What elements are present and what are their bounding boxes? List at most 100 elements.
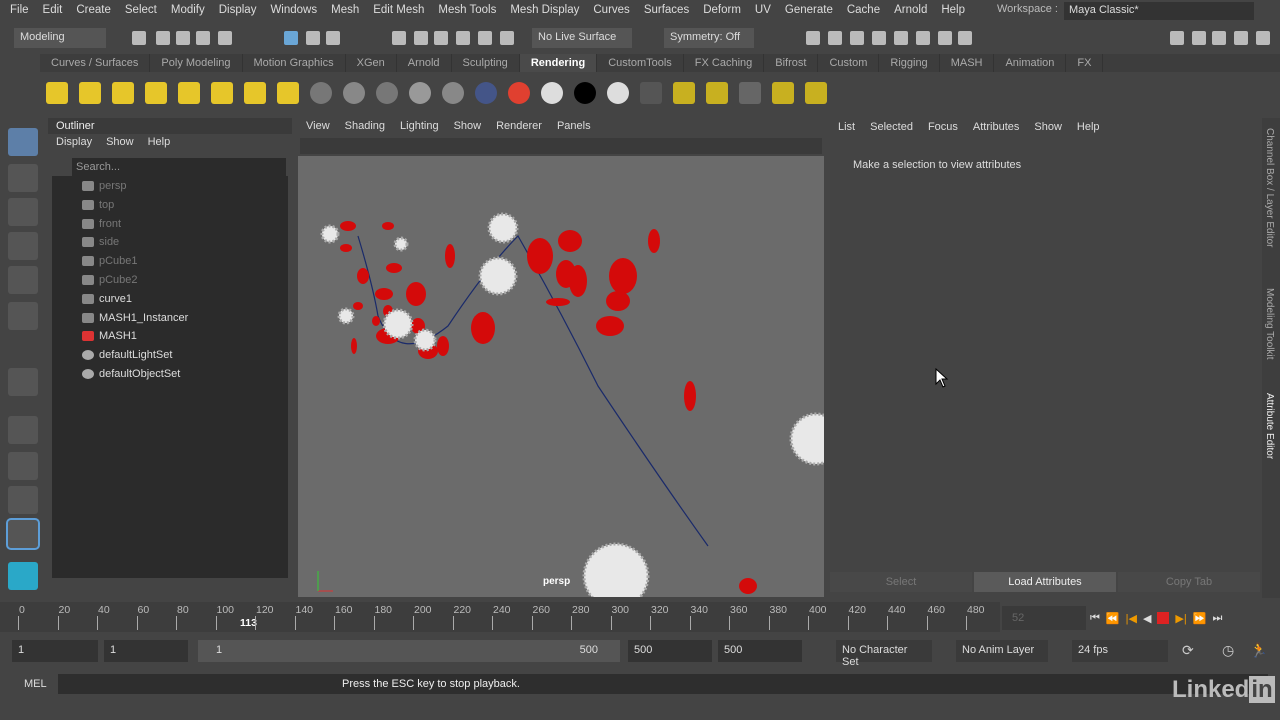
tab-fx-caching[interactable]: FX Caching bbox=[684, 54, 765, 72]
menu-curves[interactable]: Curves bbox=[593, 4, 629, 16]
scale-tool-icon[interactable] bbox=[8, 302, 38, 330]
status-tool-icon[interactable] bbox=[456, 31, 470, 45]
outliner-item[interactable]: pCube1 bbox=[82, 252, 138, 270]
menu-mesh[interactable]: Mesh bbox=[331, 4, 359, 16]
viewport-menu-view[interactable]: View bbox=[306, 120, 330, 132]
menu-edit[interactable]: Edit bbox=[43, 4, 63, 16]
status-tool-icon[interactable] bbox=[1170, 31, 1184, 45]
menu-generate[interactable]: Generate bbox=[785, 4, 833, 16]
white-shader-icon[interactable] bbox=[607, 82, 629, 104]
render-layer-disabled-icon[interactable] bbox=[739, 82, 761, 104]
four-view-icon[interactable] bbox=[8, 452, 38, 480]
current-frame-field[interactable]: 52 bbox=[1002, 606, 1086, 630]
select-tool-icon[interactable] bbox=[8, 128, 38, 156]
step-forward-icon[interactable]: ⏩ bbox=[1193, 612, 1207, 625]
load-attributes-button[interactable]: Load Attributes bbox=[974, 572, 1116, 592]
status-tool-icon[interactable] bbox=[156, 31, 170, 45]
menu-edit-mesh[interactable]: Edit Mesh bbox=[373, 4, 424, 16]
anim-end-field[interactable]: 500 bbox=[718, 640, 802, 662]
status-tool-icon[interactable] bbox=[850, 31, 864, 45]
camera-icon[interactable] bbox=[244, 82, 266, 104]
show-manipulator-icon[interactable] bbox=[8, 368, 38, 396]
outliner-menu-display[interactable]: Display bbox=[56, 136, 92, 148]
tab-attribute-editor[interactable]: Attribute Editor bbox=[1264, 393, 1275, 459]
status-tool-icon[interactable] bbox=[894, 31, 908, 45]
step-back-key-icon[interactable]: |◀ bbox=[1126, 612, 1137, 625]
step-back-icon[interactable]: ⏪ bbox=[1106, 612, 1120, 625]
tab-arnold[interactable]: Arnold bbox=[397, 54, 452, 72]
menu-deform[interactable]: Deform bbox=[703, 4, 741, 16]
outliner-item[interactable]: persp bbox=[82, 177, 127, 195]
menu-modify[interactable]: Modify bbox=[171, 4, 205, 16]
light-editor-icon[interactable] bbox=[277, 82, 299, 104]
outliner-layout-icon[interactable] bbox=[6, 518, 40, 550]
attribute-menu-selected[interactable]: Selected bbox=[870, 121, 913, 133]
menu-display[interactable]: Display bbox=[219, 4, 257, 16]
phong-icon[interactable] bbox=[376, 82, 398, 104]
loop-icon[interactable]: ⟳ bbox=[1182, 642, 1194, 659]
maya-logo-icon[interactable] bbox=[8, 562, 38, 590]
status-tool-icon[interactable] bbox=[478, 31, 492, 45]
step-forward-key-icon[interactable]: ▶| bbox=[1175, 612, 1186, 625]
tab-customtools[interactable]: CustomTools bbox=[597, 54, 684, 72]
outliner-item[interactable]: MASH1 bbox=[82, 327, 137, 345]
menu-surfaces[interactable]: Surfaces bbox=[644, 4, 689, 16]
tab-custom[interactable]: Custom bbox=[818, 54, 880, 72]
rotate-tool-icon[interactable] bbox=[8, 266, 38, 294]
select-button[interactable]: Select bbox=[830, 572, 972, 592]
command-input[interactable] bbox=[58, 674, 1268, 694]
status-tool-icon[interactable] bbox=[1234, 31, 1248, 45]
paint-select-icon[interactable] bbox=[8, 198, 38, 226]
blinn-icon[interactable] bbox=[343, 82, 365, 104]
menu-arnold[interactable]: Arnold bbox=[894, 4, 927, 16]
status-tool-icon[interactable] bbox=[828, 31, 842, 45]
character-set-dropdown[interactable]: No Character Set bbox=[836, 640, 932, 668]
outliner-item[interactable]: MASH1_Instancer bbox=[82, 309, 188, 327]
character-icon[interactable]: 🏃 bbox=[1250, 642, 1267, 659]
point-light-icon[interactable] bbox=[46, 82, 68, 104]
render-settings-icon[interactable] bbox=[772, 82, 794, 104]
tab-sculpting[interactable]: Sculpting bbox=[452, 54, 520, 72]
volume-light-icon[interactable] bbox=[211, 82, 233, 104]
tab-animation[interactable]: Animation bbox=[994, 54, 1067, 72]
anim-start-field[interactable]: 1 bbox=[104, 640, 188, 662]
start-time-field[interactable]: 1 bbox=[12, 640, 98, 662]
surface-shader-icon[interactable] bbox=[541, 82, 563, 104]
outliner-menu-help[interactable]: Help bbox=[148, 136, 171, 148]
two-view-icon[interactable] bbox=[8, 486, 38, 514]
ambient-light-icon[interactable] bbox=[112, 82, 134, 104]
attribute-menu-show[interactable]: Show bbox=[1034, 121, 1062, 133]
tab-rendering[interactable]: Rendering bbox=[519, 54, 598, 72]
status-tool-icon[interactable] bbox=[284, 31, 298, 45]
menu-create[interactable]: Create bbox=[76, 4, 111, 16]
go-to-end-icon[interactable]: ⏭ bbox=[1212, 612, 1222, 625]
tab-rigging[interactable]: Rigging bbox=[879, 54, 940, 72]
render-layer-remove-icon[interactable] bbox=[706, 82, 728, 104]
menu-mesh-display[interactable]: Mesh Display bbox=[510, 4, 579, 16]
status-tool-icon[interactable] bbox=[326, 31, 340, 45]
tab-fx[interactable]: FX bbox=[1066, 54, 1104, 72]
outliner-item[interactable]: defaultObjectSet bbox=[82, 365, 180, 383]
live-surface-field[interactable]: No Live Surface bbox=[532, 28, 632, 48]
command-language[interactable]: MEL bbox=[24, 678, 47, 690]
viewport-menu-renderer[interactable]: Renderer bbox=[496, 120, 542, 132]
menu-help[interactable]: Help bbox=[941, 4, 965, 16]
viewport-3d[interactable]: persp bbox=[298, 156, 824, 597]
black-shader-icon[interactable] bbox=[574, 82, 596, 104]
tab-motion-graphics[interactable]: Motion Graphics bbox=[243, 54, 346, 72]
render-layer-add-icon[interactable] bbox=[673, 82, 695, 104]
time-slider[interactable]: 113 0 20 40 60 80 100 120 140 160 180 200 220 240 260… bbox=[0, 602, 1012, 632]
status-tool-icon[interactable] bbox=[414, 31, 428, 45]
status-tool-icon[interactable] bbox=[434, 31, 448, 45]
outliner-item[interactable]: pCube2 bbox=[82, 271, 138, 289]
go-to-start-icon[interactable]: ⏮ bbox=[1090, 612, 1100, 625]
single-view-icon[interactable] bbox=[8, 416, 38, 444]
status-tool-icon[interactable] bbox=[806, 31, 820, 45]
mode-dropdown[interactable]: Modeling bbox=[14, 28, 106, 48]
menu-uv[interactable]: UV bbox=[755, 4, 771, 16]
attribute-menu-list[interactable]: List bbox=[838, 121, 855, 133]
tab-channel-box[interactable]: Channel Box / Layer Editor bbox=[1264, 128, 1275, 248]
tab-bifrost[interactable]: Bifrost bbox=[764, 54, 819, 72]
status-tool-icon[interactable] bbox=[1192, 31, 1206, 45]
range-slider[interactable]: 1 500 bbox=[198, 640, 620, 662]
